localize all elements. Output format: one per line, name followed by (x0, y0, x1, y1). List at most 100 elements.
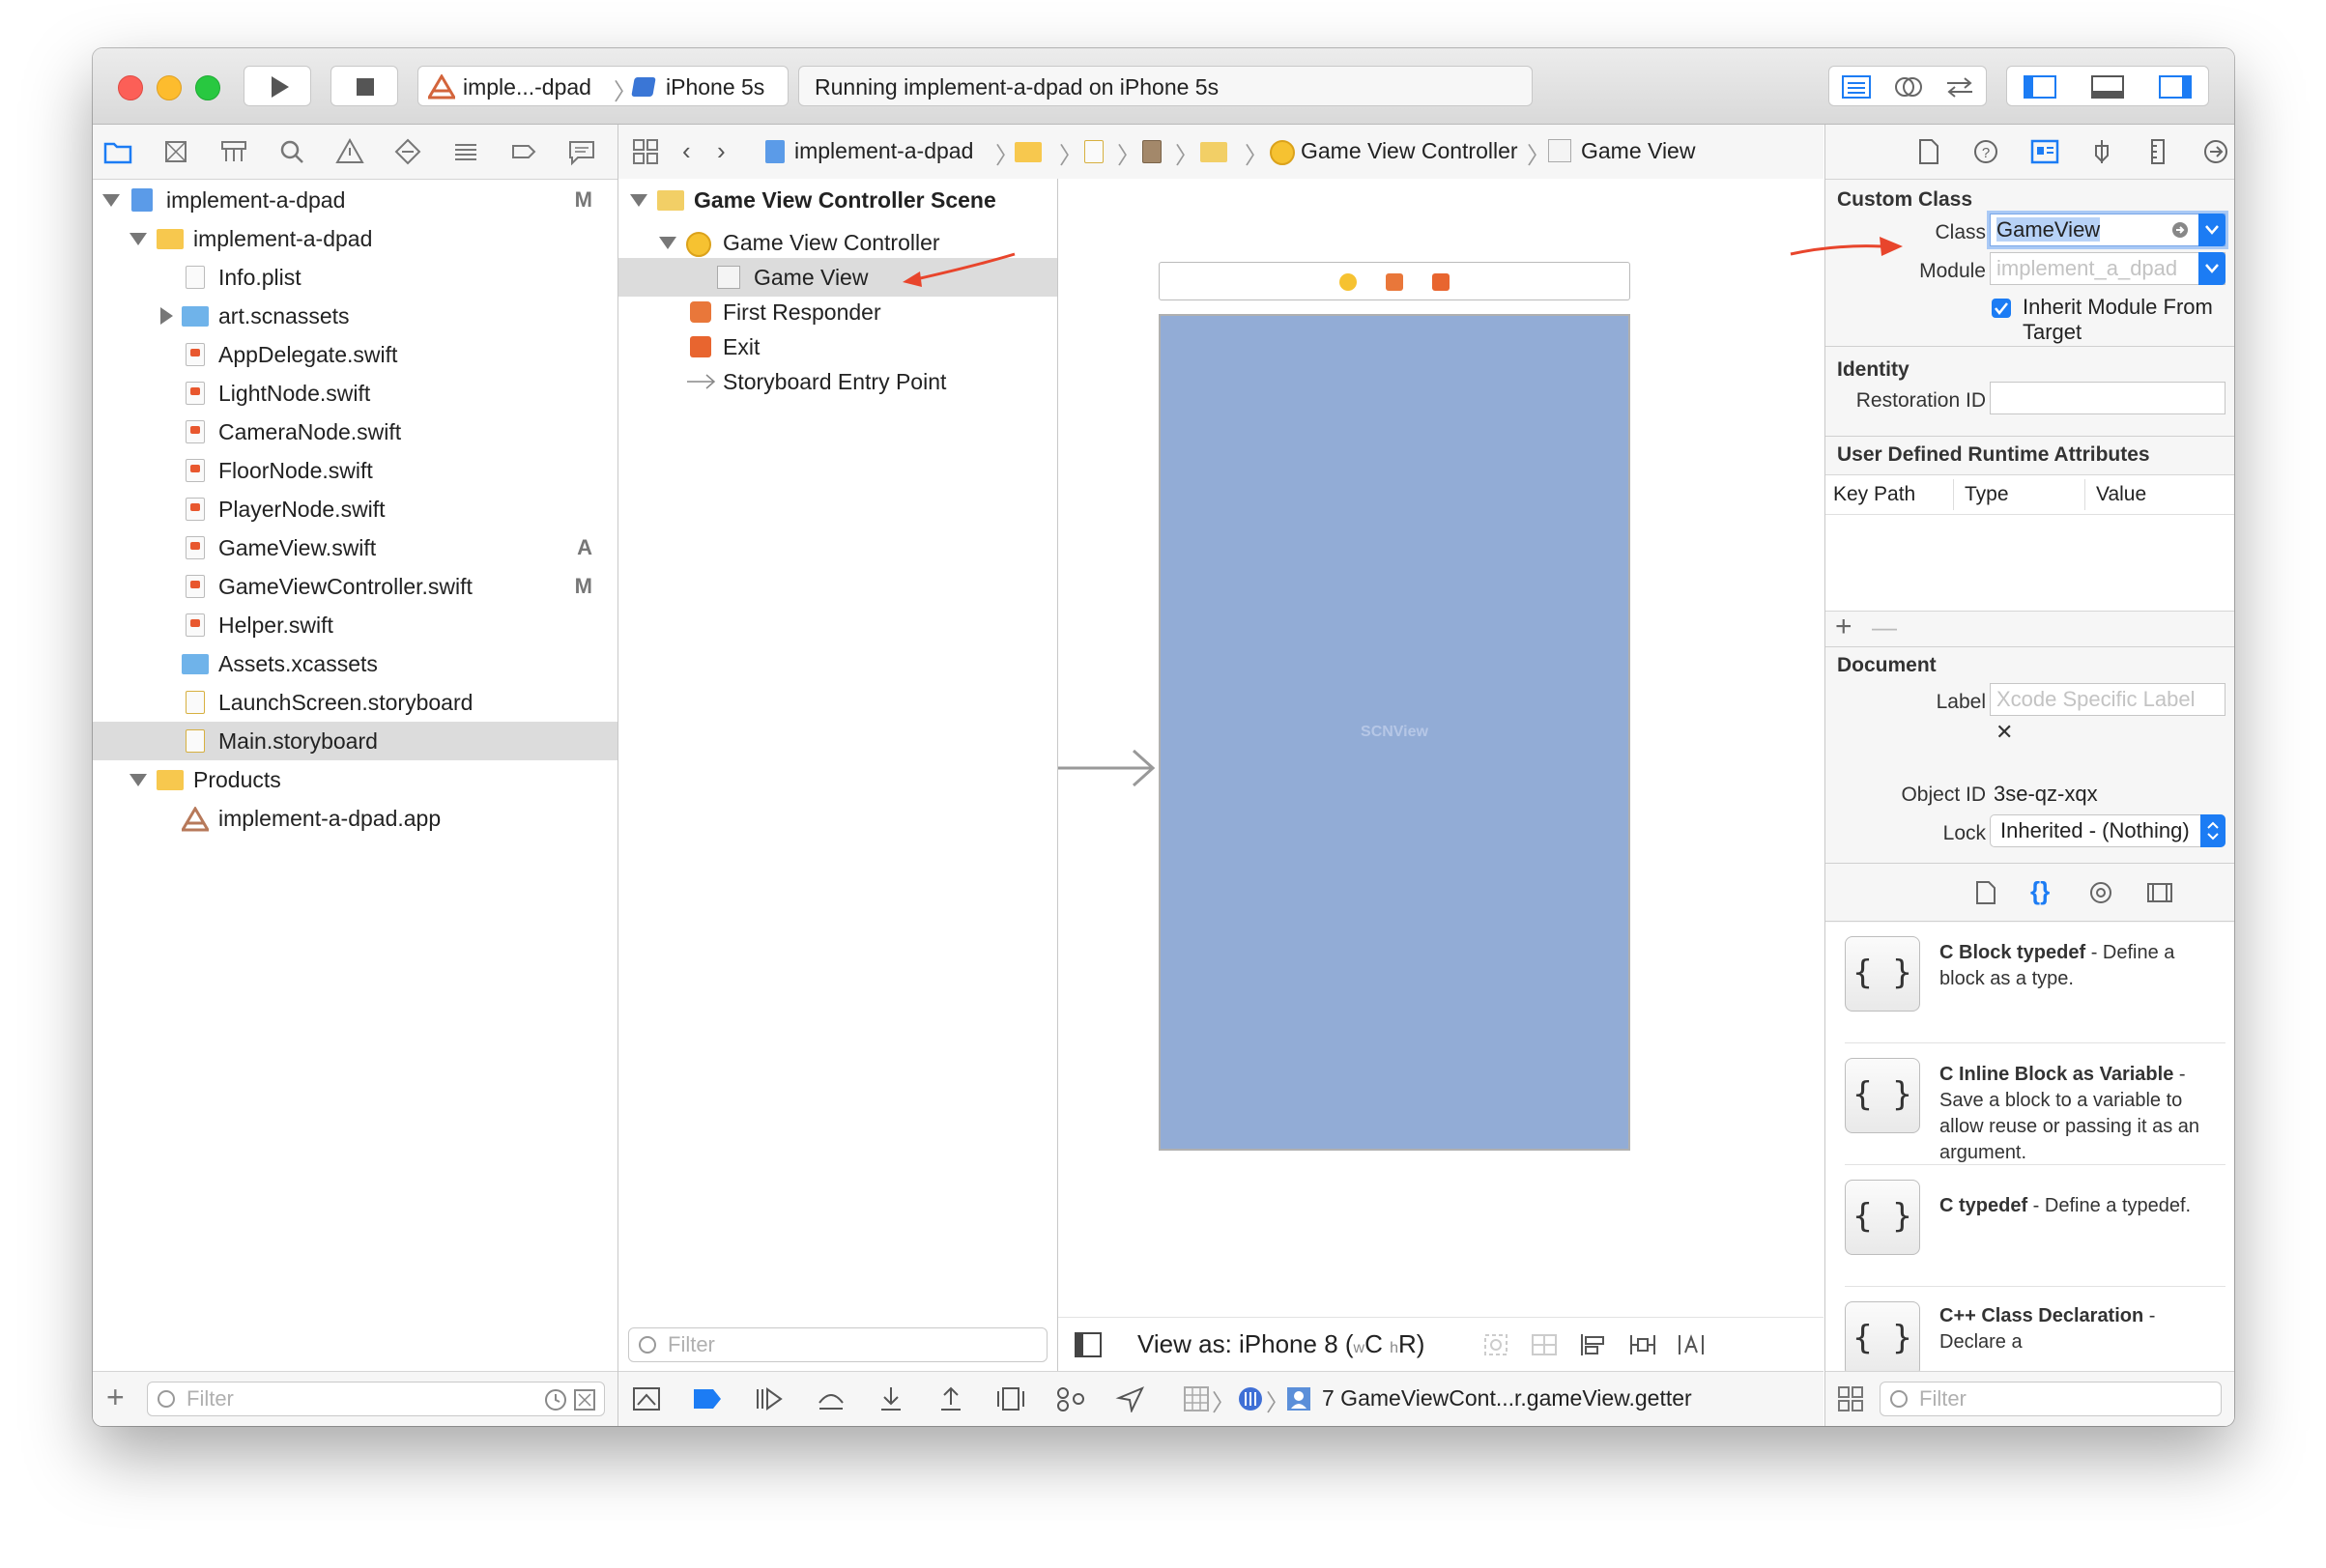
tree-row-file[interactable]: CameraNode.swift (93, 413, 617, 451)
scene-icon[interactable] (1200, 142, 1227, 162)
class-field[interactable]: GameView (1990, 214, 2225, 246)
tree-row-group[interactable]: Products (93, 760, 617, 799)
tree-row-folder[interactable]: Assets.xcassets (93, 644, 617, 683)
add-icon[interactable]: + (106, 1380, 125, 1414)
jump-bar-project[interactable]: implement-a-dpad (794, 138, 973, 164)
align-icon[interactable] (1578, 1331, 1607, 1358)
navigator-filter-field[interactable]: Filter (147, 1382, 605, 1416)
issue-warning-icon[interactable] (334, 136, 365, 167)
tree-row-group[interactable]: implement-a-dpad (93, 219, 617, 258)
library-filter-field[interactable]: Filter (1880, 1382, 2222, 1416)
tree-row-file-selected[interactable]: Main.storyboard (93, 722, 617, 760)
assistant-editor-icon[interactable] (1893, 74, 1924, 100)
media-library-icon[interactable] (2146, 880, 2173, 905)
outline-filter-field[interactable]: Filter (628, 1327, 1048, 1362)
inherit-module-checkbox[interactable] (1992, 299, 2011, 318)
memory-graph-icon[interactable] (1055, 1385, 1086, 1412)
zoom-icon[interactable] (1481, 1331, 1510, 1358)
disclosure-open-icon[interactable] (102, 194, 120, 207)
clear-color-label-icon[interactable]: ✕ (1996, 720, 2013, 745)
disclosure-open-icon[interactable] (659, 237, 676, 249)
connections-inspector-icon[interactable] (2202, 138, 2229, 165)
storyboard-base-icon[interactable] (1142, 140, 1162, 163)
tree-row-file[interactable]: FloorNode.swift (93, 451, 617, 490)
view-as-button[interactable]: View as: iPhone 8 (wC hR) (1137, 1329, 1424, 1359)
tree-row-file[interactable]: LightNode.swift (93, 374, 617, 413)
udra-table[interactable]: Key Path Type Value (1825, 474, 2234, 612)
library-item[interactable]: { } C Inline Block as Variable - Save a … (1845, 1044, 2225, 1165)
close-window-button[interactable] (118, 75, 143, 100)
library-item[interactable]: { } C typedef - Define a typedef. (1845, 1166, 2225, 1287)
search-icon[interactable] (276, 136, 307, 167)
quick-help-icon[interactable]: ? (1972, 138, 1999, 165)
file-template-library-icon[interactable] (1974, 880, 1997, 905)
debug-area-toggle-icon[interactable] (2090, 74, 2125, 100)
continue-icon[interactable] (754, 1385, 785, 1412)
utilities-toggle-icon[interactable] (2158, 74, 2193, 100)
step-into-icon[interactable] (876, 1385, 906, 1412)
run-button[interactable] (244, 66, 311, 106)
tree-row-file[interactable]: GameView.swift A (93, 528, 617, 567)
recent-files-icon[interactable] (544, 1388, 567, 1411)
tree-row-file[interactable]: PlayerNode.swift (93, 490, 617, 528)
class-dropdown-button[interactable] (2198, 214, 2225, 246)
dock-controller-icon[interactable] (1339, 273, 1357, 291)
scene-dock[interactable] (1159, 262, 1630, 300)
breakpoints-active-icon[interactable] (692, 1387, 723, 1411)
stack-frame-label[interactable]: 7 GameViewCont...r.gameView.getter (1322, 1385, 1692, 1411)
related-items-grid-icon[interactable] (632, 138, 659, 165)
view-debugger-icon[interactable] (995, 1385, 1026, 1412)
module-field[interactable]: implement_a_dpad (1990, 252, 2225, 285)
attributes-inspector-icon[interactable] (2088, 138, 2115, 165)
resolve-auto-layout-icon[interactable] (1677, 1331, 1706, 1358)
thread-icon[interactable] (1237, 1385, 1264, 1412)
jump-bar-view[interactable]: Game View (1581, 138, 1695, 164)
breakpoint-icon[interactable] (508, 136, 539, 167)
forward-arrow-icon[interactable]: › (717, 136, 726, 166)
step-over-icon[interactable] (816, 1385, 847, 1412)
disclosure-open-icon[interactable] (129, 233, 147, 245)
tree-row-file[interactable]: GameViewController.swift M (93, 567, 617, 606)
test-diamond-icon[interactable] (392, 136, 423, 167)
outline-row-entry[interactable]: Storyboard Entry Point (618, 362, 1057, 401)
view-controller-icon[interactable] (1270, 140, 1295, 165)
pin-icon[interactable] (1628, 1331, 1657, 1358)
navigator-toggle-icon[interactable] (2023, 74, 2057, 100)
grid-view-icon[interactable] (1837, 1385, 1864, 1412)
standard-editor-icon[interactable] (1841, 74, 1872, 100)
debug-navigator-icon[interactable] (450, 136, 481, 167)
module-dropdown-button[interactable] (2198, 252, 2225, 285)
report-icon[interactable] (566, 136, 597, 167)
outline-row-scene[interactable]: Game View Controller Scene (618, 181, 1057, 219)
tree-row-file[interactable]: Info.plist (93, 258, 617, 297)
go-to-class-icon[interactable] (2170, 220, 2190, 240)
scn-view[interactable]: SCNView (1159, 314, 1630, 1151)
remove-attribute-button[interactable]: — (1872, 612, 1897, 642)
jump-bar-controller[interactable]: Game View Controller (1301, 138, 1518, 164)
symbol-icon[interactable] (218, 136, 249, 167)
scm-filter-icon[interactable] (573, 1388, 596, 1411)
doc-label-field[interactable]: Xcode Specific Label (1990, 683, 2225, 716)
disclosure-open-icon[interactable] (129, 774, 147, 786)
file-inspector-icon[interactable] (1916, 138, 1941, 165)
tree-row-file[interactable]: implement-a-dpad.app (93, 799, 617, 838)
outline-row-exit[interactable]: Exit (618, 328, 1057, 366)
step-out-icon[interactable] (935, 1385, 966, 1412)
tree-row-file[interactable]: LaunchScreen.storyboard (93, 683, 617, 722)
tree-row-folder[interactable]: art.scnassets (93, 297, 617, 335)
entry-point-arrow[interactable] (1058, 749, 1159, 787)
object-library-icon[interactable] (2088, 880, 2113, 905)
back-arrow-icon[interactable]: ‹ (682, 136, 691, 166)
folder-icon[interactable] (1015, 142, 1042, 162)
thread-grid-icon[interactable] (1183, 1385, 1210, 1412)
simulate-location-icon[interactable] (1115, 1385, 1146, 1412)
view-icon[interactable] (1548, 139, 1571, 162)
disclosure-open-icon[interactable] (630, 194, 647, 207)
lock-dropdown-button[interactable] (2200, 814, 2225, 847)
lock-popup[interactable]: Inherited - (Nothing) (1990, 814, 2225, 847)
minimize-window-button[interactable] (157, 75, 182, 100)
code-snippet-library-icon[interactable]: {} (2030, 876, 2050, 906)
tree-row-project[interactable]: implement-a-dpad M (93, 181, 617, 219)
dock-responder-icon[interactable] (1386, 273, 1403, 291)
embed-icon[interactable] (1530, 1331, 1559, 1358)
